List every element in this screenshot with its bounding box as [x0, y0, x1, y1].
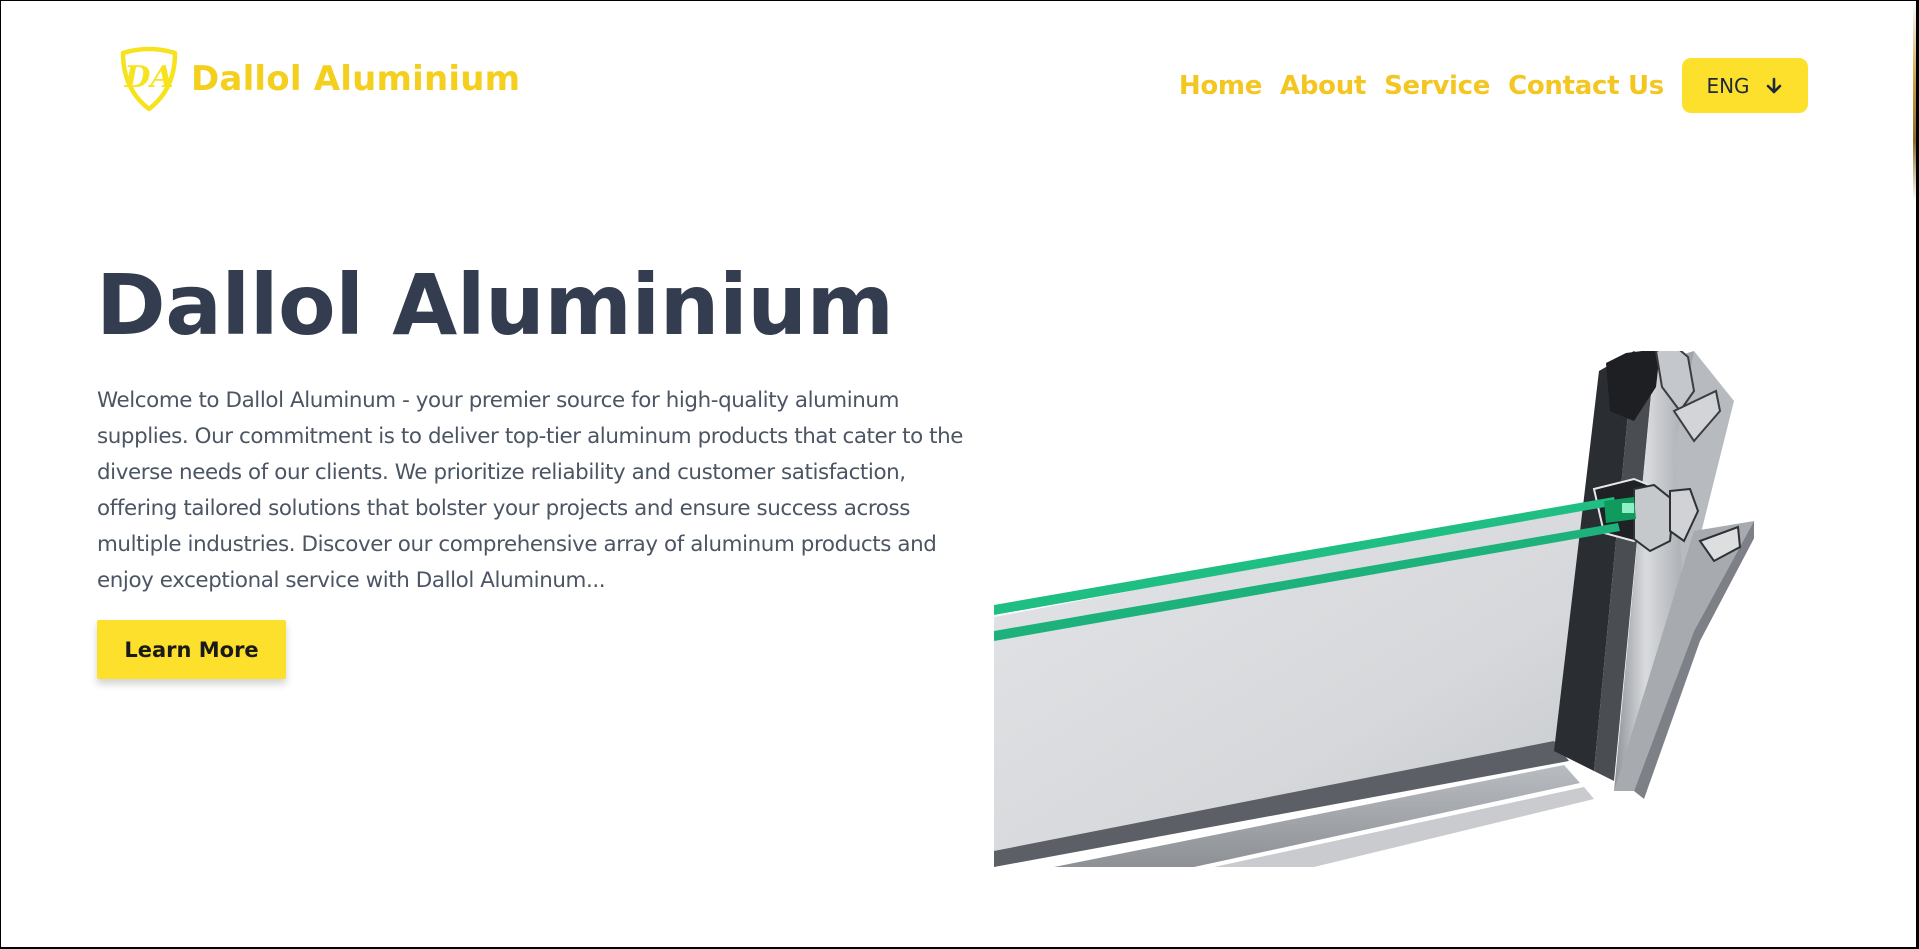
nav-home[interactable]: Home — [1179, 71, 1262, 101]
language-selector-button[interactable]: ENG — [1682, 58, 1808, 113]
hero-title: Dallol Aluminium — [96, 256, 894, 354]
aluminium-window-profile-image — [994, 351, 1754, 867]
brand-name: Dallol Aluminium — [191, 59, 521, 99]
nav-contact-us[interactable]: Contact Us — [1508, 71, 1664, 101]
hero-description: Welcome to Dallol Aluminum - your premie… — [97, 388, 964, 593]
nav-about[interactable]: About — [1280, 71, 1366, 101]
nav-service[interactable]: Service — [1384, 71, 1490, 101]
arrow-down-icon — [1766, 77, 1781, 93]
page: DA Dallol Aluminium Home About Service C… — [1, 1, 1916, 947]
logo-shield-icon: DA — [120, 46, 178, 112]
edge-decoration — [1913, 1, 1916, 201]
learn-more-button[interactable]: Learn More — [97, 620, 286, 679]
language-label: ENG — [1706, 73, 1750, 98]
main-nav: Home About Service Contact Us ENG — [1179, 58, 1808, 113]
brand-logo[interactable]: DA Dallol Aluminium — [117, 45, 520, 113]
svg-text:DA: DA — [123, 60, 173, 95]
